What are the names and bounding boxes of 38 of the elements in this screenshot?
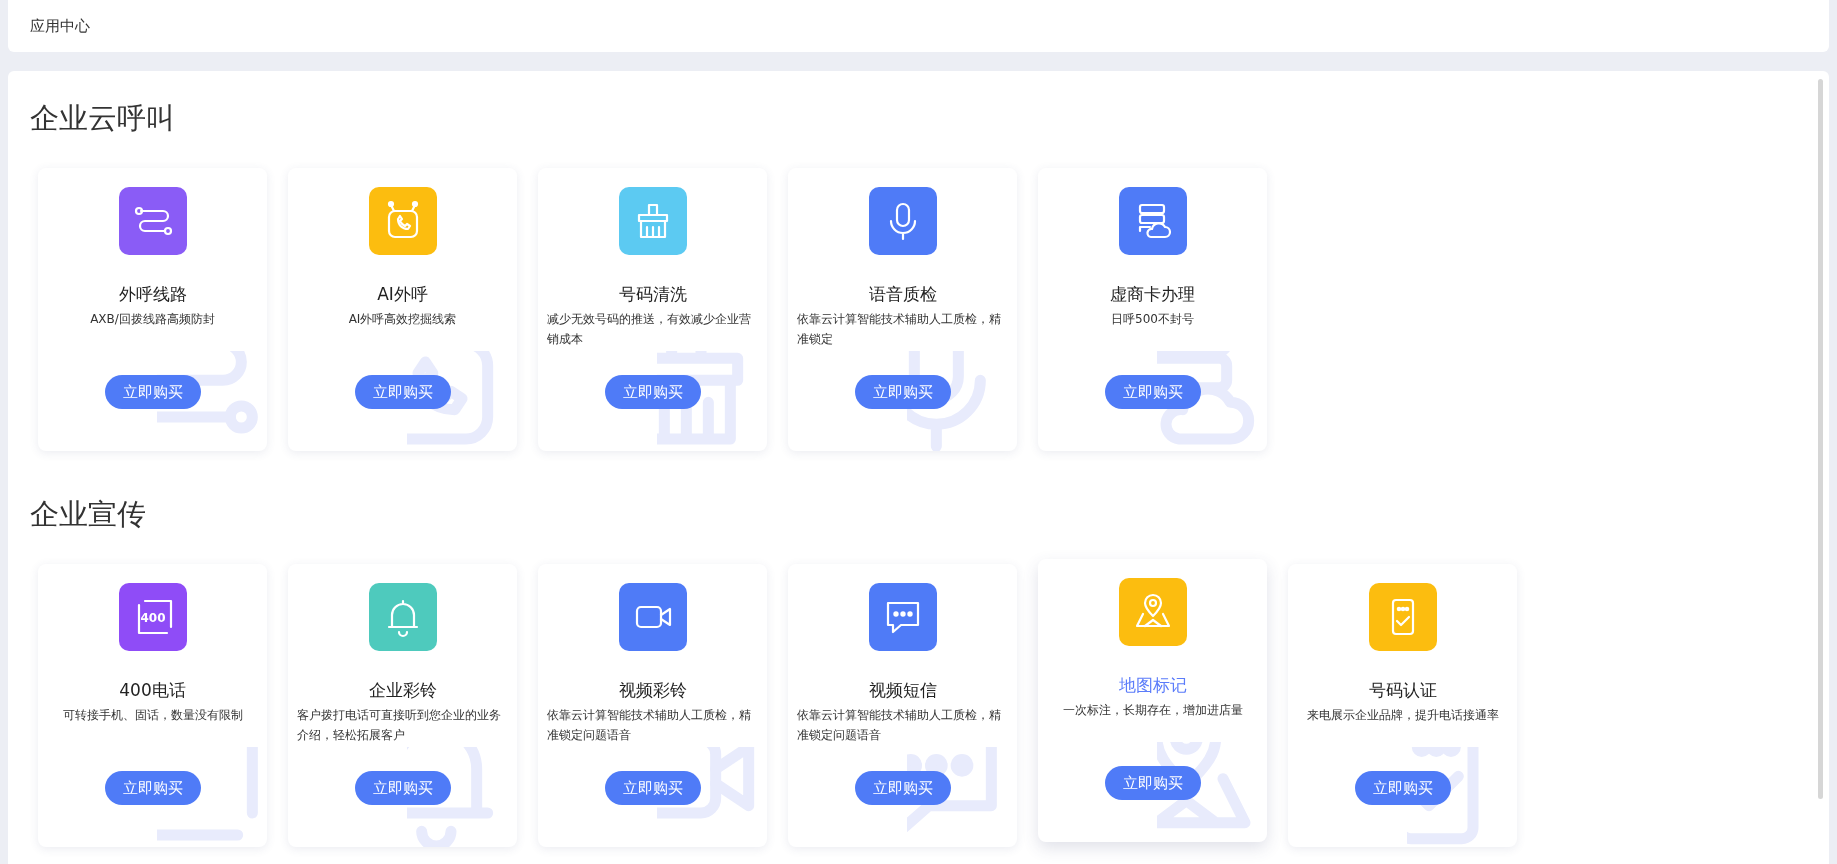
card-title: 号码清洗 (618, 283, 687, 306)
card-description: 可转接手机、固话，数量没有限制 (61, 707, 244, 724)
card-description: 减少无效号码的推送，有效减少企业营销成本 (546, 311, 752, 348)
buy-button[interactable]: 立即购买 (1104, 375, 1201, 409)
buy-button[interactable]: 立即购买 (1354, 771, 1451, 805)
phone-number-icon: 400 (118, 583, 187, 651)
buy-button[interactable]: 立即购买 (354, 771, 451, 805)
buy-button[interactable]: 立即购买 (354, 375, 451, 409)
buy-button[interactable]: 立即购买 (854, 771, 951, 805)
card-description: 依靠云计算智能技术辅助人工质检，精准锁定 (796, 311, 1002, 348)
section-title: 企业云呼叫 (30, 100, 176, 137)
card-title: 视频短信 (868, 679, 937, 702)
section-title: 企业宣传 (30, 496, 147, 533)
card-title: 400电话 (119, 679, 186, 702)
card-description: 来电展示企业品牌，提升电话接通率 (1305, 707, 1500, 724)
card-title: 号码认证 (1368, 679, 1437, 702)
card-description: 客户拨打电话可直接听到您企业的业务介绍，轻松拓展客户 (296, 707, 502, 744)
buy-button[interactable]: 立即购买 (1104, 766, 1201, 800)
card-title: 语音质检 (868, 283, 937, 306)
card-description: 一次标注，长期存在，增加进店量 (1061, 702, 1244, 719)
card-title: 企业彩铃 (368, 679, 437, 702)
buy-button[interactable]: 立即购买 (104, 375, 201, 409)
card-description: 依靠云计算智能技术辅助人工质检，精准锁定问题语音 (546, 707, 752, 744)
buy-button[interactable]: 立即购买 (854, 375, 951, 409)
card-description: 依靠云计算智能技术辅助人工质检，精准锁定问题语音 (796, 707, 1002, 744)
buy-button[interactable]: 立即购买 (104, 771, 201, 805)
page-title: 应用中心 (30, 16, 90, 36)
card-title: 虚商卡办理 (1110, 283, 1195, 306)
card-description: AI外呼高效挖掘线索 (347, 311, 458, 328)
card-title: 视频彩铃 (618, 679, 687, 702)
card-description: AXB/回拨线路高频防封 (89, 311, 216, 328)
card-description: 日呼500不封号 (1110, 311, 1195, 328)
card-title: 地图标记 (1118, 674, 1187, 697)
card-title: AI外呼 (377, 283, 428, 306)
buy-button[interactable]: 立即购买 (604, 771, 701, 805)
card-title: 外呼线路 (118, 283, 187, 306)
buy-button[interactable]: 立即购买 (604, 375, 701, 409)
scrollbar[interactable] (1818, 79, 1823, 799)
